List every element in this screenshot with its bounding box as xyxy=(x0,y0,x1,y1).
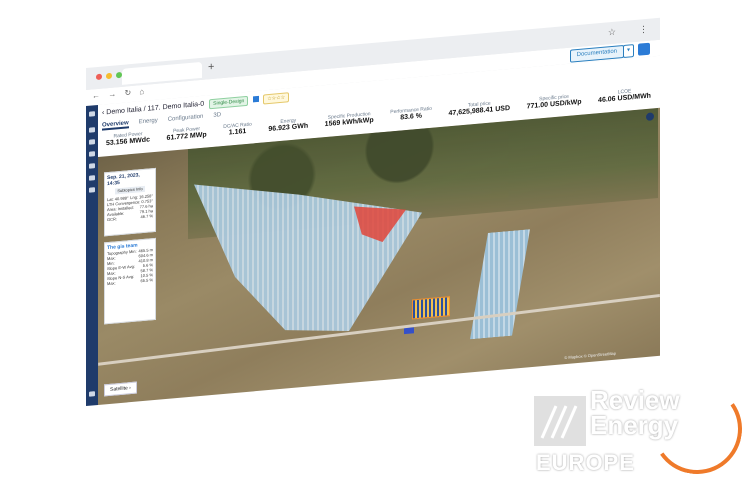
info-key: Max: xyxy=(107,280,116,287)
info-value: 46.7 % xyxy=(140,213,153,220)
edit-icon[interactable] xyxy=(253,95,260,103)
metric-dc-ac-ratio: DC/AC Ratio 1.161 xyxy=(223,121,252,137)
metric-energy: Energy 96.923 GWh xyxy=(268,117,308,133)
tab-energy[interactable]: Energy xyxy=(139,118,158,128)
folder-icon[interactable] xyxy=(89,139,95,145)
left-sidebar xyxy=(86,104,98,406)
metric-peak-power: Peak Power 61.772 MWp xyxy=(167,125,207,142)
browser-window: + ☆ ⋮ ← → ↻ ⌂ Documentation ▾ ‹ Demo Ita… xyxy=(0,0,750,500)
metric-lcoe: LCOE 46.06 USD/MWh xyxy=(598,87,651,104)
window-controls[interactable] xyxy=(96,71,122,81)
pv-array-east[interactable] xyxy=(470,229,530,339)
minimize-dot-icon[interactable] xyxy=(106,72,112,80)
chat-icon[interactable] xyxy=(638,42,650,56)
terrain-info-panel: The gis team Topography Min: 465.5 m Max:… xyxy=(104,237,156,325)
layers-icon[interactable] xyxy=(89,151,95,157)
metric-total-price: Total price 47,625,988.41 USD xyxy=(449,99,511,118)
close-dot-icon[interactable] xyxy=(96,73,102,81)
tab-configuration[interactable]: Configuration xyxy=(168,114,204,125)
tab-3d[interactable]: 3D xyxy=(213,112,221,121)
chevron-down-icon[interactable]: ▾ xyxy=(623,44,634,59)
info-value: 65.5 % xyxy=(140,277,153,284)
bookmark-star-icon[interactable]: ☆ xyxy=(608,27,616,39)
user-icon[interactable] xyxy=(89,187,95,193)
satellite-toggle-button[interactable]: Satellite › xyxy=(104,381,137,397)
status-badge: Single-Design xyxy=(209,95,249,110)
navigation-icons[interactable]: ← → ↻ ⌂ xyxy=(92,87,147,101)
inverter-block[interactable] xyxy=(404,327,414,335)
app-screen: ‹ Demo Italia / 117. Demo Italia-0 Singl… xyxy=(86,55,660,407)
metric-specific-price: Specific price 771.00 USD/kWp xyxy=(527,93,582,111)
map-attribution[interactable]: © Mapbox © OpenStreetMap xyxy=(564,351,616,361)
chart-icon[interactable] xyxy=(89,163,95,169)
collapse-icon[interactable] xyxy=(89,391,95,397)
metric-rated-power: Rated Power 53.156 MWdc xyxy=(106,130,150,147)
metric-performance-ratio: Performance Ratio 83.6 % xyxy=(390,106,432,123)
new-tab-icon[interactable]: + xyxy=(208,61,214,74)
logo-mark-icon xyxy=(532,394,588,448)
satellite-map[interactable]: Sep. 21, 2023, 14:35 Subtopics Info Lat:… xyxy=(98,107,660,405)
logo-line-3: EUROPE xyxy=(536,450,635,475)
browser-menu-icon[interactable]: ⋮ xyxy=(639,24,648,36)
rating-badge[interactable]: ☆☆☆☆ xyxy=(263,92,290,105)
substation-block[interactable] xyxy=(412,296,450,320)
tab-overview[interactable]: Overview xyxy=(102,120,129,131)
info-key: GCR: xyxy=(107,216,117,223)
gear-icon[interactable] xyxy=(89,175,95,181)
metric-specific-production: Specific Production 1569 kWh/kWp xyxy=(325,111,374,128)
review-energy-europe-logo: Review Energy EUROPE xyxy=(532,376,750,488)
location-info-panel: Sep. 21, 2023, 14:35 Subtopics Info Lat:… xyxy=(104,167,156,237)
home-icon[interactable] xyxy=(89,127,95,133)
menu-icon[interactable] xyxy=(89,111,95,117)
panel-date: Sep. 21, 2023, 14:35 xyxy=(107,172,140,188)
logo-slashes-icon xyxy=(540,405,578,439)
